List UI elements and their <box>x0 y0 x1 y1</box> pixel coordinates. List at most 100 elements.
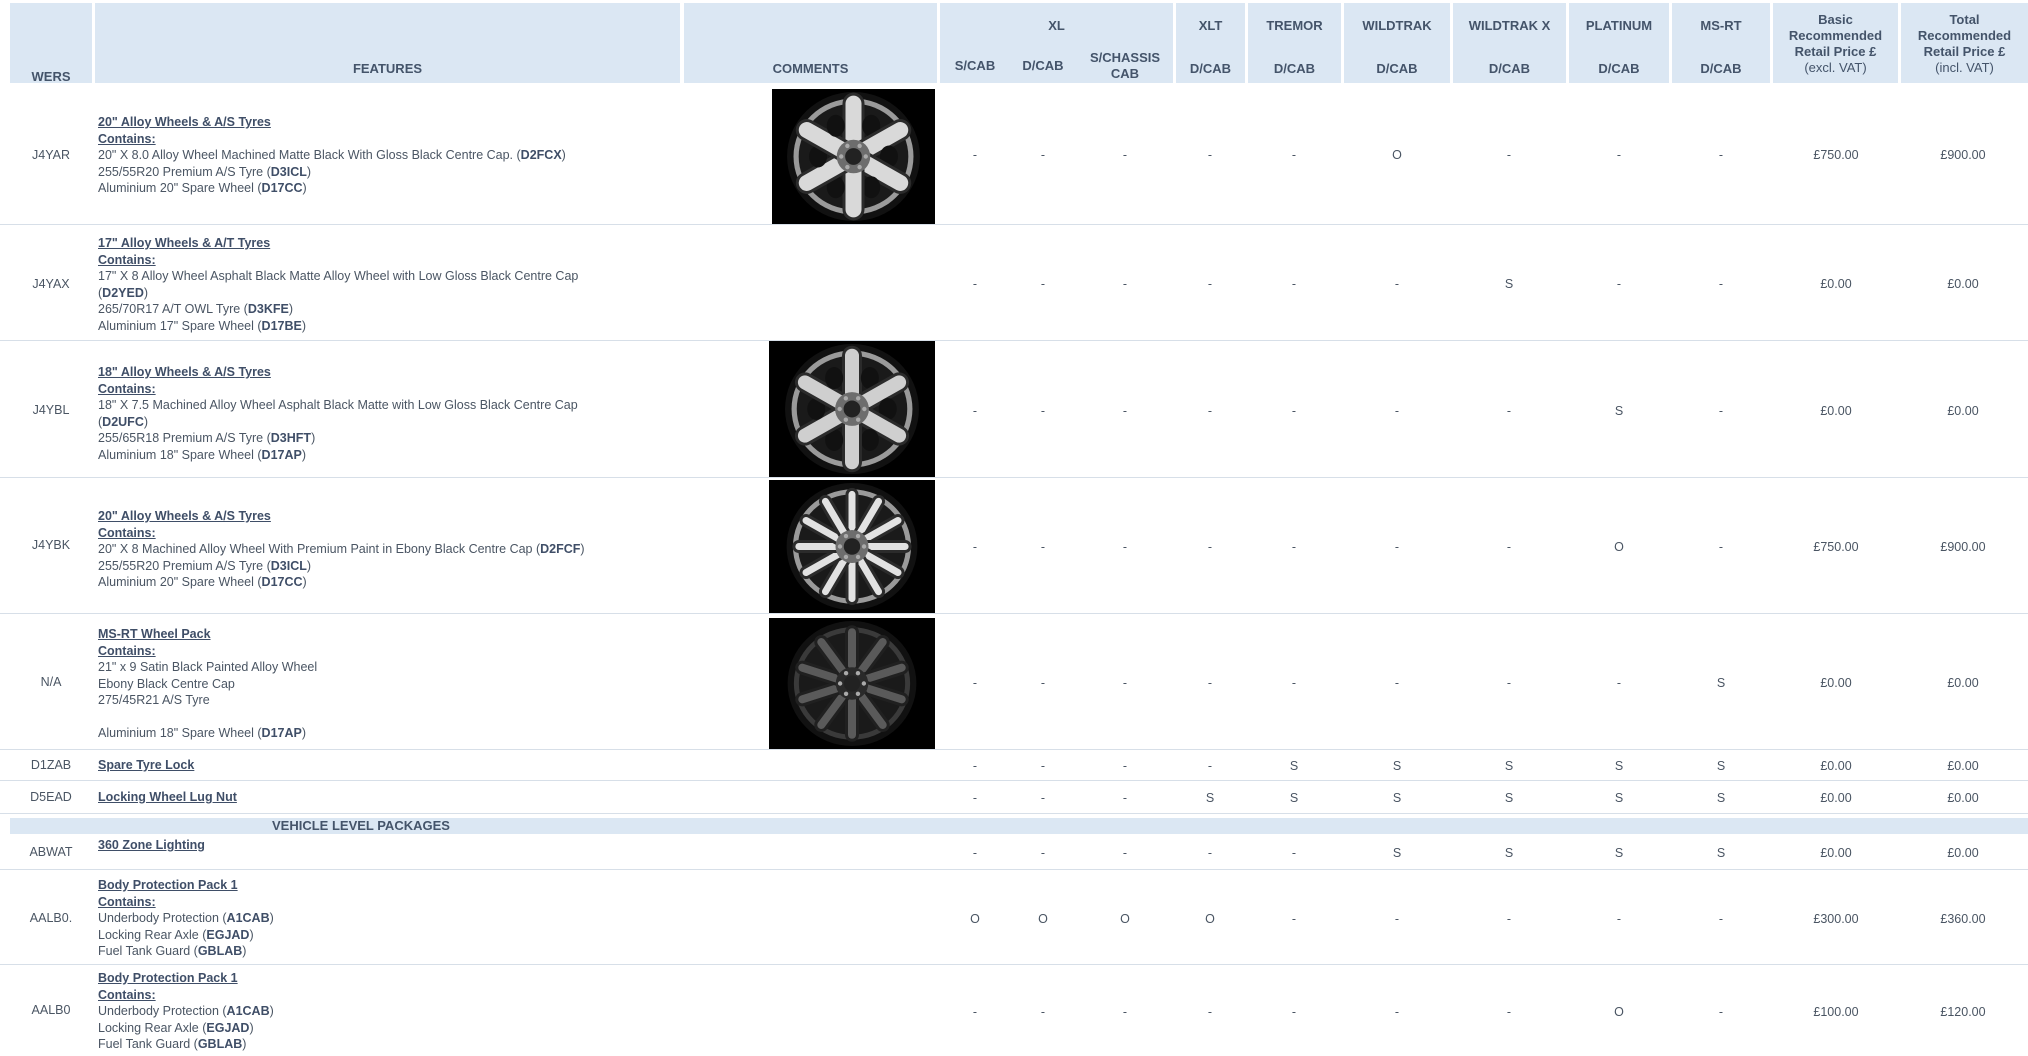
header-features: FEATURES <box>95 3 680 83</box>
availability-cell: - <box>972 540 978 554</box>
feature-title: 18" Alloy Wheels & A/S Tyres <box>98 365 271 379</box>
availability-cell: O <box>1205 912 1215 926</box>
feature-line: 265/70R17 A/T OWL Tyre (D3KFE) <box>98 301 618 318</box>
total-price-cell: £0.00 <box>1947 759 1979 773</box>
feature-title: Body Protection Pack 1 <box>98 971 238 985</box>
lug-nut <box>837 681 843 686</box>
feature-line: 21" x 9 Satin Black Painted Alloy Wheel <box>98 659 618 676</box>
availability-cell: - <box>1207 846 1213 860</box>
lug-nut <box>843 554 849 560</box>
availability-cell: O <box>1392 148 1402 162</box>
feature-line: 20" X 8 Machined Alloy Wheel With Premiu… <box>98 541 618 558</box>
availability-cell: - <box>1122 676 1128 690</box>
feature-contains: Contains: <box>98 987 156 1002</box>
header-sub-label: D/CAB <box>1488 61 1531 76</box>
lug-nut <box>837 406 842 412</box>
feature-contains: Contains: <box>98 894 156 909</box>
line-text: ) <box>143 414 149 429</box>
availability-cell: - <box>972 1005 978 1019</box>
availability-cell: - <box>1122 148 1128 162</box>
wers-code: J4YBK <box>31 538 71 552</box>
line-code: D3ICL <box>270 164 307 179</box>
line-text: 18" X 7.5 Machined Alloy Wheel Asphalt B… <box>98 398 578 412</box>
header-comments-label: COMMENTS <box>772 61 849 76</box>
header-sub-xl-schassis: S/CHASSIS CAB <box>1086 44 1164 83</box>
availability-cell: S <box>1392 759 1402 773</box>
header-sub-label: D/CAB <box>1273 61 1316 76</box>
spoke-window <box>862 176 881 199</box>
availability-cell: - <box>1718 148 1724 162</box>
line-code: D17CC <box>261 575 303 589</box>
header-comments: COMMENTS <box>684 3 937 83</box>
lug-nut <box>861 544 867 549</box>
wers-code: AALB0 <box>31 1003 71 1017</box>
feature-title: Body Protection Pack 1 <box>98 878 238 892</box>
feature-title: 17" Alloy Wheels & A/T Tyres <box>98 236 271 250</box>
availability-cell: - <box>1040 846 1046 860</box>
availability-cell: - <box>1291 1005 1297 1019</box>
availability-cell: - <box>1394 912 1400 926</box>
header-sub-label: D/CAB <box>1598 61 1640 76</box>
total-price-cell: £0.00 <box>1947 676 1979 690</box>
feature-title: 20" Alloy Wheels & A/S Tyres <box>98 115 271 129</box>
availability-cell: - <box>1291 540 1297 554</box>
availability-cell: S <box>1392 791 1402 805</box>
feature-line: Locking Rear Axle (EGJAD) <box>98 1020 618 1037</box>
feature-description: MS-RT Wheel Pack Contains: 21" x 9 Satin… <box>98 626 618 742</box>
total-price-cell: £0.00 <box>1947 791 1979 805</box>
basic-price-cell: £300.00 <box>1813 912 1859 926</box>
header-group-label: MS-RT <box>1700 18 1742 33</box>
line-text: ) <box>306 164 312 179</box>
wheel-graphic <box>787 621 917 746</box>
line-code: EGJAD <box>206 927 250 942</box>
basic-price-cell: £0.00 <box>1820 759 1852 773</box>
availability-cell: - <box>1506 540 1512 554</box>
header-group-label: PLATINUM <box>1585 18 1653 33</box>
availability-cell: - <box>1040 404 1046 418</box>
feature-contains: Contains: <box>98 381 156 396</box>
line-text: Aluminium 17" Spare Wheel ( <box>98 318 262 333</box>
header-basic-price: Basic Recommended Retail Price £ (excl. … <box>1773 3 1898 83</box>
header-group-xl-label: XL <box>1048 18 1065 33</box>
wers-code: J4YAR <box>32 148 70 162</box>
header-basic-l4: (excl. VAT) <box>1804 60 1867 75</box>
availability-cell: - <box>1291 404 1297 418</box>
line-text: ) <box>269 911 274 925</box>
header-sub-label: S/CHASSIS CAB <box>1089 50 1161 81</box>
header-group-label: WILDTRAK <box>1362 18 1432 33</box>
line-text: ) <box>561 148 566 162</box>
header-total-price: Total Recommended Retail Price £ (incl. … <box>1901 3 2028 83</box>
availability-cell: S <box>1289 791 1299 805</box>
line-text: 20" X 8.0 Alloy Wheel Machined Matte Bla… <box>98 148 521 162</box>
feature-line: 255/65R18 Premium A/S Tyre (D3HFT) <box>98 430 618 447</box>
line-code: D17CC <box>261 181 303 195</box>
spoke-window <box>825 367 844 390</box>
wheel-graphic <box>786 483 918 610</box>
header-group-label: XLT <box>1198 18 1223 33</box>
availability-cell: - <box>1718 540 1724 554</box>
section-label: VEHICLE LEVEL PACKAGES <box>272 818 450 833</box>
availability-cell: - <box>1291 148 1297 162</box>
availability-cell: - <box>1394 1005 1400 1019</box>
availability-cell: - <box>1040 791 1046 805</box>
basic-price-cell: £0.00 <box>1820 676 1852 690</box>
availability-cell: O <box>1120 912 1130 926</box>
availability-cell: - <box>972 148 978 162</box>
feature-contains: Contains: <box>98 252 156 267</box>
wers-code: N/A <box>40 675 62 689</box>
lug-nut <box>843 396 849 401</box>
feature-line <box>98 709 618 726</box>
availability-cell: S <box>1614 404 1624 418</box>
line-text: 21" x 9 Satin Black Painted Alloy Wheel <box>98 660 318 674</box>
total-price-cell: £0.00 <box>1947 846 1979 860</box>
availability-cell: - <box>1207 676 1213 690</box>
availability-cell: O <box>1614 540 1624 554</box>
feature-line: Aluminium 17" Spare Wheel (D17BE) <box>98 318 618 335</box>
availability-cell: - <box>1122 277 1128 291</box>
availability-cell: - <box>1122 846 1128 860</box>
availability-cell: - <box>1506 1005 1512 1019</box>
availability-cell: S <box>1504 791 1514 805</box>
feature-description: 20" Alloy Wheels & A/S Tyres Contains: 2… <box>98 508 618 591</box>
availability-cell: - <box>972 846 978 860</box>
line-code: A1CAB <box>226 911 270 925</box>
